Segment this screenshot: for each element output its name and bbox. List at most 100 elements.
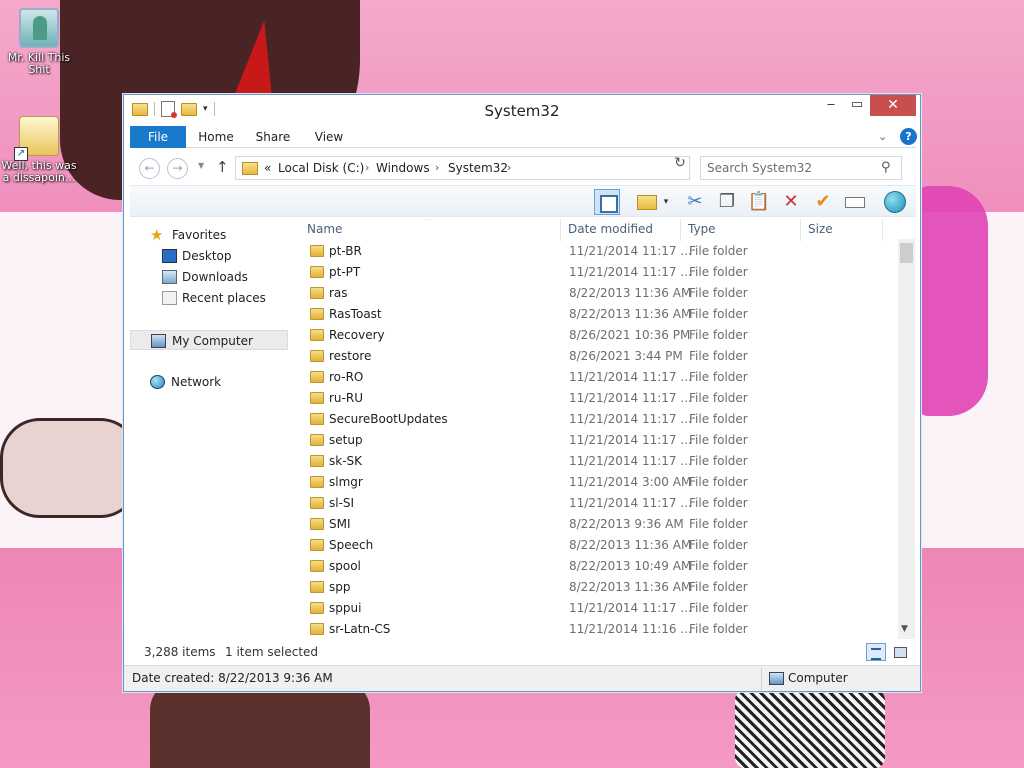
address-box[interactable]: « Local Disk (C:) › Windows › System32 ›… [235,156,767,180]
preview-pane-button[interactable] [594,189,620,215]
tab-share[interactable]: Share [250,126,296,148]
desktop-icon-user[interactable]: Mr. Kill This Shit [1,8,77,76]
column-divider[interactable] [800,219,801,241]
paste-button[interactable]: 📋 [746,189,772,215]
nav-my-computer[interactable]: My Computer [130,330,288,350]
nav-downloads[interactable]: Downloads [130,267,288,287]
breadcrumb-chevron-icon[interactable]: › [365,161,369,174]
back-button[interactable]: ← [139,158,160,179]
file-name: ro-RO [329,370,364,384]
help-icon[interactable]: ? [900,128,917,145]
nav-downloads-label: Downloads [182,270,248,284]
table-row[interactable]: SecureBootUpdates 11/21/2014 11:17 ... Fil… [302,409,898,430]
file-name: setup [329,433,363,447]
search-icon[interactable]: ⚲ [881,160,891,175]
table-row[interactable]: RasToast 8/22/2013 11:36 AM File folder [302,304,898,325]
large-icons-view-button[interactable] [890,643,910,661]
breadcrumb-system32[interactable]: System32 [448,161,508,175]
toolbar-dropdown-icon[interactable]: ▾ [660,189,672,215]
globe-button[interactable] [882,189,908,215]
column-size[interactable]: Size [808,222,833,236]
desktop-icon-shortcut[interactable]: Well, this was a dissapoin... [1,116,77,184]
rename-button[interactable] [842,189,868,215]
breadcrumb-windows[interactable]: Windows [376,161,430,175]
file-type: File folder [689,454,748,468]
selection-count: 1 item selected [225,645,319,659]
file-name: slmgr [329,475,363,489]
location-label: Computer [788,671,848,685]
properties-check-button[interactable]: ✔ [810,189,836,215]
table-row[interactable]: sr-Latn-CS 11/21/2014 11:16 ... File folde… [302,619,898,637]
nav-network[interactable]: Network [130,372,288,392]
nav-my-computer-label: My Computer [172,334,253,348]
folder-icon [310,371,324,383]
folder-icon [310,350,324,362]
cut-button[interactable]: ✂ [682,189,708,215]
table-row[interactable]: sppui 11/21/2014 11:17 ... File folder [302,598,898,619]
table-row[interactable]: pt-PT 11/21/2014 11:17 ... File folder [302,262,898,283]
forward-button[interactable]: → [167,158,188,179]
table-row[interactable]: ru-RU 11/21/2014 11:17 ... File folder [302,388,898,409]
delete-button[interactable]: ✕ [778,189,804,215]
details-view-button[interactable] [866,643,886,661]
column-divider[interactable] [680,219,681,241]
title-bar[interactable]: ▾ System32 ‒ ▭ ✕ [124,95,920,125]
table-row[interactable]: sl-SI 11/21/2014 11:17 ... File folder [302,493,898,514]
column-name[interactable]: Name [307,222,342,236]
scroll-down-icon[interactable]: ▼ [901,624,908,634]
table-row[interactable]: restore 8/26/2021 3:44 PM File folder [302,346,898,367]
nav-network-label: Network [171,375,222,389]
details-divider [761,668,762,690]
folder-icon [310,308,324,320]
table-row[interactable]: setup 11/21/2014 11:17 ... File folder [302,430,898,451]
table-row[interactable]: ras 8/22/2013 11:36 AM File folder [302,283,898,304]
table-row[interactable]: spool 8/22/2013 10:49 AM File folder [302,556,898,577]
folder-icon [310,560,324,572]
column-type[interactable]: Type [688,222,716,236]
nav-recent-places[interactable]: Recent places [130,288,288,308]
table-row[interactable]: slmgr 11/21/2014 3:00 AM File folder [302,472,898,493]
file-date-modified: 11/21/2014 11:17 ... [569,244,692,258]
details-bar: Date created: 8/22/2013 9:36 AM Computer [124,665,920,691]
tab-file[interactable]: File [130,126,186,148]
wallpaper-guitar [0,418,140,518]
column-divider[interactable] [882,219,883,241]
copy-button[interactable]: ❐ [714,189,740,215]
file-type: File folder [689,622,748,636]
table-row[interactable]: SMI 8/22/2013 9:36 AM File folder [302,514,898,535]
breadcrumb-chevron-icon[interactable]: › [435,161,439,174]
folder-icon [310,413,324,425]
breadcrumb-overflow[interactable]: « [264,161,271,175]
up-button[interactable]: ↑ [216,158,229,176]
maximize-button[interactable]: ▭ [844,95,870,116]
breadcrumb-chevron-icon[interactable]: › [507,161,511,174]
expand-ribbon-icon[interactable]: ⌄ [878,130,887,143]
file-type: File folder [689,244,748,258]
table-row[interactable]: pt-BR 11/21/2014 11:17 ... File folder [302,241,898,262]
table-row[interactable]: ro-RO 11/21/2014 11:17 ... File folder [302,367,898,388]
tab-home[interactable]: Home [192,126,240,148]
tab-view[interactable]: View [306,126,352,148]
nav-favorites[interactable]: ★ Favorites [130,225,288,245]
table-row[interactable]: spp 8/22/2013 11:36 AM File folder [302,577,898,598]
breadcrumb-local-disk[interactable]: Local Disk (C:) [278,161,364,175]
column-date-modified[interactable]: Date modified [568,222,653,236]
refresh-icon[interactable]: ↻ [670,155,690,171]
star-icon: ★ [150,226,164,244]
column-divider[interactable] [560,219,561,241]
file-type: File folder [689,370,748,384]
shortcut-arrow-icon: ↗ [14,147,28,161]
new-folder-button[interactable] [634,189,660,215]
search-box[interactable]: ⚲ [700,156,902,180]
table-row[interactable]: Speech 8/22/2013 11:36 AM File folder [302,535,898,556]
vertical-scrollbar[interactable]: ▼ [898,239,915,639]
scrollbar-thumb[interactable] [900,243,913,263]
minimize-button[interactable]: ‒ [818,95,844,116]
table-row[interactable]: Recovery 8/26/2021 10:36 PM File folder [302,325,898,346]
nav-desktop[interactable]: Desktop [130,246,288,266]
table-row[interactable]: sk-SK 11/21/2014 11:17 ... File folder [302,451,898,472]
close-button[interactable]: ✕ [870,95,916,116]
recent-locations-icon[interactable]: ▼ [198,161,204,170]
file-date-modified: 11/21/2014 11:17 ... [569,370,692,384]
search-input[interactable] [707,160,877,176]
